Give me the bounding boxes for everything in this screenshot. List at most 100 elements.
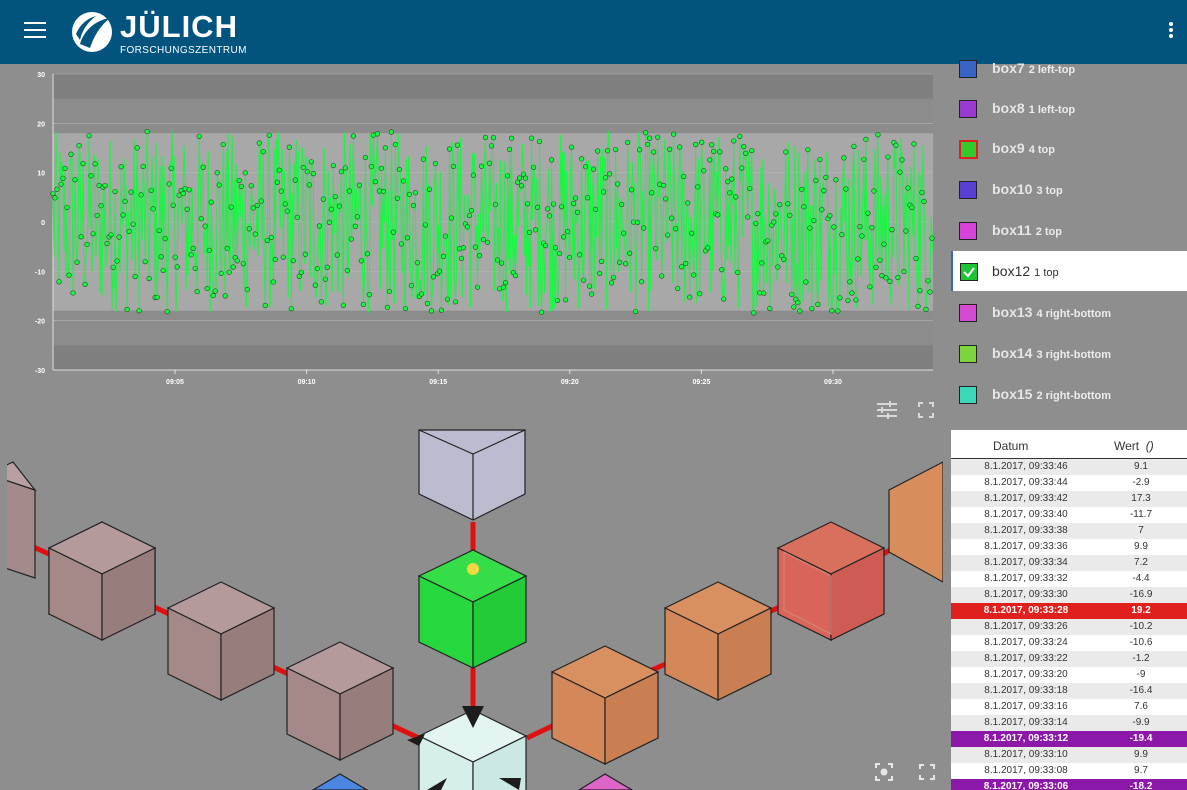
data-point [671,131,677,137]
cube-box-right-1[interactable] [550,645,660,765]
cube-box-right-3-red[interactable] [776,521,886,641]
fullscreen-icon[interactable] [919,764,935,780]
table-row[interactable]: 8.1.2017, 09:33:28 19.2 [951,603,1187,619]
data-point [230,264,236,270]
data-point [436,268,443,274]
cell-wert: -10.2 [1129,621,1153,632]
data-point [851,143,857,150]
data-point [863,136,869,142]
legend-item-box11[interactable]: box11 2 top [951,210,1187,250]
table-row[interactable]: 8.1.2017, 09:33:26 -10.2 [951,619,1187,635]
data-point [568,144,575,150]
data-point [78,234,84,240]
column-header-wert[interactable]: Wert () [1114,439,1154,453]
data-point [226,269,232,275]
table-row[interactable]: 8.1.2017, 09:33:40 -11.7 [951,507,1187,523]
data-point [66,272,72,278]
table-row[interactable]: 8.1.2017, 09:33:30 -16.9 [951,587,1187,603]
data-point [390,229,396,235]
cube-box-bottom-blue[interactable] [311,773,369,790]
data-point [735,269,741,276]
fullscreen-icon[interactable] [918,402,934,418]
legend-item-box9[interactable]: box9 4 top [951,128,1187,168]
legend-item-box15[interactable]: box15 2 right-bottom [951,374,1187,414]
data-point [901,268,907,275]
column-header-datum[interactable]: Datum [993,439,1028,453]
table-row[interactable]: 8.1.2017, 09:33:18 -16.4 [951,683,1187,699]
data-point [326,219,332,225]
cube-box-left-1[interactable] [47,521,157,641]
cell-wert: -2.9 [1132,477,1150,488]
data-point [494,257,501,263]
table-body: 8.1.2017, 09:33:46 9.1 8.1.2017, 09:33:44 -… [951,459,1187,790]
data-point [739,165,745,171]
legend-item-box14[interactable]: box14 3 right-bottom [951,333,1187,373]
table-row[interactable]: 8.1.2017, 09:33:46 9.1 [951,459,1187,475]
data-point [641,225,647,231]
table-row[interactable]: 8.1.2017, 09:33:42 17.3 [951,491,1187,507]
cube-box-left-2[interactable] [166,581,276,701]
data-point [352,223,358,229]
data-point [358,258,364,264]
data-point [921,198,927,205]
more-vertical-icon[interactable] [1164,22,1178,42]
data-point [90,231,96,237]
band-mid-bottom [53,310,933,346]
data-point [414,260,421,266]
table-row[interactable]: 8.1.2017, 09:33:06 -18.2 [951,779,1187,790]
hamburger-menu-icon[interactable] [24,22,46,42]
data-point [687,294,693,300]
table-row[interactable]: 8.1.2017, 09:33:10 9.9 [951,747,1187,763]
table-row[interactable]: 8.1.2017, 09:33:16 7.6 [951,699,1187,715]
data-point [727,190,733,196]
cell-datum: 8.1.2017, 09:33:18 [984,685,1068,696]
data-point [861,156,867,162]
table-row[interactable]: 8.1.2017, 09:33:36 9.9 [951,539,1187,555]
data-point [623,261,629,267]
data-point [228,204,234,210]
data-point [428,308,435,314]
table-row[interactable]: 8.1.2017, 09:33:24 -10.6 [951,635,1187,651]
legend-item-box12[interactable]: box12 1 top [951,251,1187,291]
brand-name: JÜLICH [120,9,238,44]
data-point [120,212,126,218]
data-point [733,194,739,200]
data-point [74,259,80,265]
table-row[interactable]: 8.1.2017, 09:33:38 7 [951,523,1187,539]
table-row[interactable]: 8.1.2017, 09:33:12 -19.4 [951,731,1187,747]
cube-box-right-edge[interactable] [888,461,943,583]
table-row[interactable]: 8.1.2017, 09:33:08 9.7 [951,763,1187,779]
cube-box-top-gray[interactable] [418,429,526,521]
data-point [681,173,687,180]
data-point [60,175,66,181]
cube-box-bottom-pink[interactable] [577,773,634,790]
cube-box-right-2[interactable] [663,581,773,701]
table-row[interactable]: 8.1.2017, 09:33:44 -2.9 [951,475,1187,491]
table-row[interactable]: 8.1.2017, 09:33:22 -1.2 [951,651,1187,667]
data-point [655,134,661,140]
cell-wert: -16.4 [1129,685,1153,696]
table-row[interactable]: 8.1.2017, 09:33:14 -9.9 [951,715,1187,731]
table-row[interactable]: 8.1.2017, 09:33:20 -9 [951,667,1187,683]
data-point [845,297,851,304]
data-point [132,273,138,280]
data-point [280,254,286,260]
data-point [222,293,228,299]
table-row[interactable]: 8.1.2017, 09:33:34 7.2 [951,555,1187,571]
legend-item-box10[interactable]: box10 3 top [951,169,1187,209]
focus-center-icon[interactable] [875,763,893,781]
cube-box-left-edge[interactable] [7,461,37,579]
3d-box-scene[interactable] [7,428,943,790]
data-point [667,146,673,152]
data-point [833,177,839,183]
table-row[interactable]: 8.1.2017, 09:33:32 -4.4 [951,571,1187,587]
legend-item-box13[interactable]: box13 4 right-bottom [951,292,1187,332]
cube-box-left-3[interactable] [285,641,395,761]
data-point [807,225,813,231]
legend-item-box8[interactable]: box8 1 left-top [951,88,1187,128]
data-point [304,169,310,175]
data-point [276,167,282,173]
sliders-icon[interactable] [876,400,898,420]
legend-item-box7[interactable]: box7 2 left-top [951,48,1187,88]
data-point [528,135,535,141]
